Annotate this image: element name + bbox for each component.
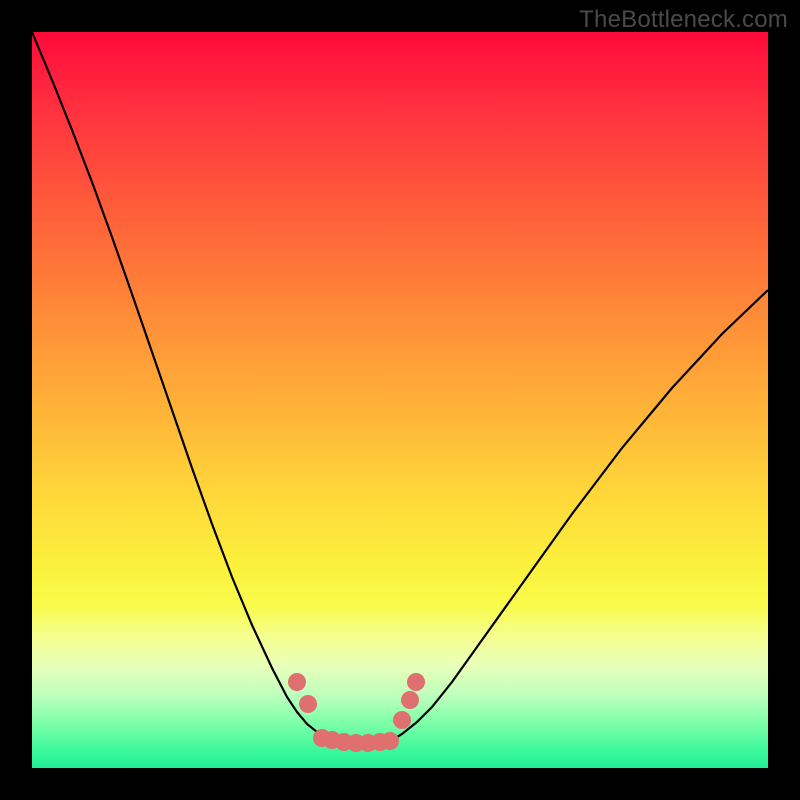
highlight-marker xyxy=(407,673,425,691)
curve-left-path xyxy=(32,32,332,740)
highlight-markers xyxy=(288,673,425,752)
watermark-text: TheBottleneck.com xyxy=(579,6,788,34)
highlight-marker xyxy=(401,691,419,709)
highlight-marker xyxy=(393,711,411,729)
highlight-marker xyxy=(381,732,399,750)
chart-svg xyxy=(32,32,768,768)
chart-plot-area xyxy=(32,32,768,768)
highlight-marker xyxy=(288,673,306,691)
highlight-marker xyxy=(299,695,317,713)
curve-right-path xyxy=(392,290,768,740)
